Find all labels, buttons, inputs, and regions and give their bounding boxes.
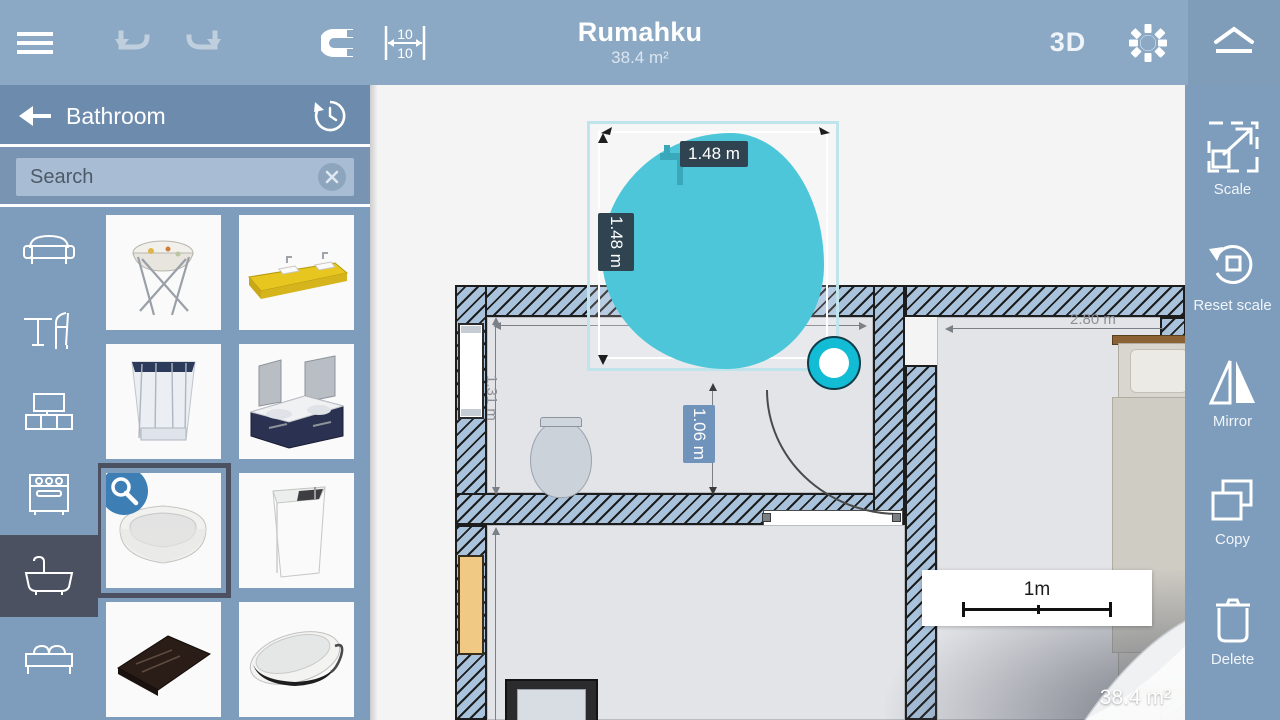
top-toolbar: 10 10 3D Rumahku 38.4 m² xyxy=(0,0,1280,91)
reset-scale-button[interactable]: Reset scale xyxy=(1185,217,1280,335)
furniture-dark-cabinet[interactable] xyxy=(505,679,598,720)
sidebar-item-living-room[interactable] xyxy=(0,207,98,289)
list-item-corner-bathtub[interactable] xyxy=(98,463,231,598)
catalog-sidebar: Bathroom Search xyxy=(0,85,370,720)
door-hinge-right xyxy=(892,513,901,522)
app-root: 10 10 3D Rumahku 38.4 m² 1.31 m 1.06 m 2… xyxy=(0,0,1280,720)
dimension-bottom-value: 10 xyxy=(397,45,413,61)
dim-line-lower-left xyxy=(495,529,496,720)
list-item-white-pedestal-sink[interactable] xyxy=(239,473,354,588)
copy-icon xyxy=(1205,477,1261,525)
dim-badge-tub-width: 1.48 m xyxy=(680,141,748,167)
search-row: Search xyxy=(0,147,370,207)
object-tool-panel: Scale Reset scale Mirror Copy Delete xyxy=(1185,85,1280,720)
mirror-icon xyxy=(1205,359,1261,407)
dim-text-bedroom-width: 2.80 m xyxy=(1070,311,1116,328)
dark-vanity-mirrors-thumb xyxy=(249,355,345,449)
clear-circle-icon[interactable] xyxy=(318,163,346,191)
scale-label: Scale xyxy=(1213,180,1252,198)
delete-button[interactable]: Delete xyxy=(1185,571,1280,689)
scale-bar-label: 1m xyxy=(1023,579,1051,600)
wall-top-bedroom xyxy=(905,285,1185,317)
search-input[interactable]: Search xyxy=(16,158,354,196)
sidebar-title: Bathroom xyxy=(66,102,166,129)
list-item-shower-cabin[interactable] xyxy=(106,344,221,459)
delete-label: Delete xyxy=(1210,650,1255,668)
copy-button[interactable]: Copy xyxy=(1185,453,1280,571)
dim-badge-object-offset: 1.06 m xyxy=(683,405,715,463)
list-item-freestanding-bathtub[interactable] xyxy=(239,602,354,717)
sidebar-header: Bathroom xyxy=(0,85,370,147)
magnet-snap-icon[interactable] xyxy=(306,0,376,85)
project-area: 38.4 m² xyxy=(611,47,669,67)
dimension-ratio-icon[interactable]: 10 10 xyxy=(376,0,434,85)
back-arrow-icon[interactable] xyxy=(14,103,56,129)
sidebar-body xyxy=(0,207,370,720)
reset-scale-label: Reset scale xyxy=(1193,296,1272,314)
list-item-dark-shower-tray[interactable] xyxy=(106,602,221,717)
mirror-label: Mirror xyxy=(1212,412,1253,430)
yellow-double-vanity-thumb xyxy=(248,252,349,299)
sidebar-item-tv-storage[interactable] xyxy=(0,371,98,453)
dim-badge-tub-depth: 1.48 m xyxy=(598,213,634,271)
dark-shower-tray-thumb xyxy=(117,635,212,696)
view-3d-button[interactable]: 3D xyxy=(1028,0,1108,85)
scale-bar-ruler xyxy=(962,602,1112,617)
trash-icon xyxy=(1208,593,1258,645)
redo-icon[interactable] xyxy=(168,0,238,85)
sidebar-item-dining[interactable] xyxy=(0,289,98,371)
toilet-icon[interactable] xyxy=(530,420,592,498)
hamburger-menu-icon[interactable] xyxy=(0,0,70,85)
toilet-tank xyxy=(540,417,582,427)
list-item-yellow-double-vanity[interactable] xyxy=(239,215,354,330)
search-placeholder: Search xyxy=(30,165,94,188)
sidebar-item-kitchen[interactable] xyxy=(0,453,98,535)
wall-right-outer xyxy=(905,365,937,720)
collapse-up-icon[interactable] xyxy=(1188,0,1280,85)
sidebar-item-bathroom[interactable] xyxy=(0,535,98,617)
window-bathroom[interactable] xyxy=(458,323,484,419)
product-grid xyxy=(98,207,370,720)
top-toolbar-right: 3D xyxy=(1028,0,1280,85)
door-hinge-left xyxy=(762,513,771,522)
page-title: Rumahku xyxy=(577,16,703,47)
dim-arrow-tub-width xyxy=(601,127,830,135)
sidebar-item-bedroom[interactable] xyxy=(0,617,98,699)
copy-label: Copy xyxy=(1214,530,1251,548)
reset-scale-icon xyxy=(1205,239,1261,291)
shower-cabin-thumb xyxy=(131,361,196,441)
scale-icon xyxy=(1205,119,1261,175)
floorplan-canvas[interactable]: 1.31 m 2.80 m 1.06 m xyxy=(370,85,1185,720)
category-rail xyxy=(0,207,98,720)
mirror-button[interactable]: Mirror xyxy=(1185,335,1280,453)
door-wood-left[interactable] xyxy=(458,555,484,655)
list-item-baby-bath-stand[interactable] xyxy=(106,215,221,330)
dimension-top-value: 10 xyxy=(397,26,413,42)
undo-icon[interactable] xyxy=(98,0,168,85)
baby-bath-stand-thumb xyxy=(132,240,194,316)
plan-area-label: 38.4 m² xyxy=(1099,686,1171,709)
dim-text-room-height: 1.31 m xyxy=(483,375,500,421)
dim-arrow-lower-left xyxy=(492,527,500,535)
history-restore-icon[interactable] xyxy=(308,97,352,135)
white-pedestal-sink-thumb xyxy=(272,486,326,578)
freestanding-bathtub-thumb xyxy=(249,631,344,686)
rotate-handle[interactable] xyxy=(807,336,861,390)
list-item-dark-vanity-mirrors[interactable] xyxy=(239,344,354,459)
gear-icon[interactable] xyxy=(1108,0,1188,85)
dim-arrow-bedroom-top xyxy=(945,325,953,333)
scale-button[interactable]: Scale xyxy=(1185,99,1280,217)
bed-pillow xyxy=(1130,349,1185,393)
scale-bar-widget: 1m xyxy=(922,570,1152,626)
